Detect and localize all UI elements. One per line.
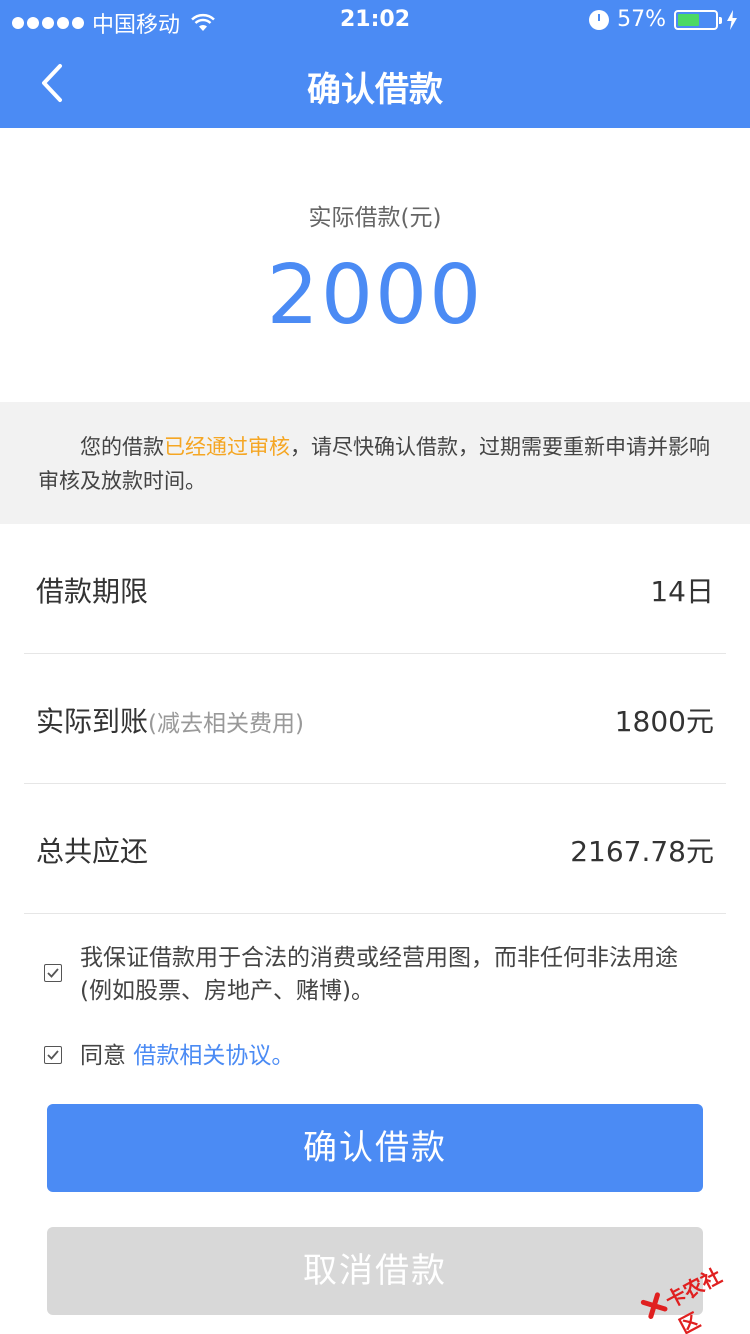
status-right: 57% — [589, 7, 738, 32]
terms-checkbox-icon[interactable] — [44, 1046, 62, 1064]
approval-notice: 您的借款已经通过审核，请尽快确认借款，过期需要重新申请并影响审核及放款时间。 — [0, 402, 750, 524]
loan-term-row: 借款期限 14日 — [24, 524, 726, 654]
alarm-icon — [589, 9, 610, 30]
loan-term-label: 借款期限 — [36, 575, 149, 608]
amount-label: 实际借款(元) — [308, 205, 442, 231]
guarantee-checkbox-icon[interactable] — [44, 964, 62, 982]
notice-text-before: 您的借款 — [80, 435, 164, 459]
actual-received-label: 实际到账(减去相关费用) — [36, 705, 304, 738]
actual-received-note: (减去相关费用) — [148, 711, 304, 737]
loan-confirm-screen: 中国移动 21:02 57% 确认借款 实际借款(元) 2000 您的借款已经通… — [0, 0, 750, 1334]
status-bar: 中国移动 21:02 57% — [0, 0, 750, 40]
actual-received-value: 1800元 — [614, 705, 714, 738]
battery-icon — [674, 9, 722, 30]
header: 中国移动 21:02 57% 确认借款 — [0, 0, 750, 128]
total-repay-value: 2167.78元 — [570, 835, 714, 868]
charging-bolt-icon — [727, 9, 737, 30]
cancel-loan-button[interactable]: 取消借款 — [47, 1227, 703, 1315]
actual-received-row: 实际到账(减去相关费用) 1800元 — [24, 654, 726, 784]
battery-fill — [678, 13, 699, 26]
total-repay-label: 总共应还 — [36, 835, 149, 868]
guarantee-text: 我保证借款用于合法的消费或经营用图，而非任何非法用途(例如股票、房地产、赌博)。 — [80, 945, 678, 1004]
nav-bar: 确认借款 — [0, 40, 750, 128]
loan-agreement-link[interactable]: 借款相关协议。 — [133, 1043, 294, 1069]
loan-info-list: 借款期限 14日 实际到账(减去相关费用) 1800元 总共应还 2167.78… — [0, 524, 750, 914]
total-repay-row: 总共应还 2167.78元 — [24, 784, 726, 914]
loan-term-value: 14日 — [650, 575, 714, 608]
battery-percent: 57% — [617, 7, 666, 32]
page-title: 确认借款 — [307, 70, 443, 110]
notice-highlight: 已经通过审核 — [164, 435, 290, 459]
amount-value: 2000 — [266, 248, 484, 343]
terms-text: 同意 借款相关协议。 — [80, 1043, 295, 1069]
amount-section: 实际借款(元) 2000 — [0, 128, 750, 402]
confirm-loan-button[interactable]: 确认借款 — [47, 1104, 703, 1192]
